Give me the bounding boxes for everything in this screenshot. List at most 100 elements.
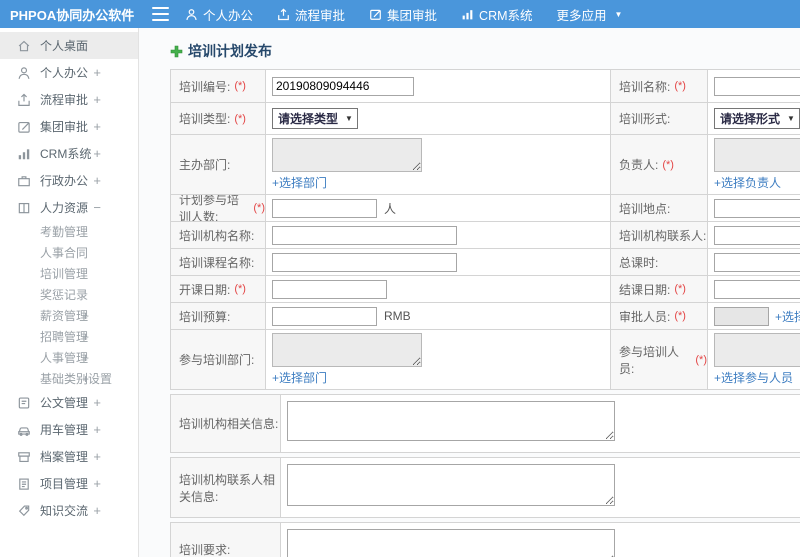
expand-plus[interactable]: + [93, 449, 101, 464]
sidebar-item-crm[interactable]: CRM系统 + [0, 140, 138, 167]
expand-plus[interactable]: + [82, 309, 89, 323]
planned-count-label-cell: 计划参与培训人数: (*) [171, 195, 266, 222]
topnav-crm[interactable]: CRM系统 [461, 5, 533, 24]
join-depts-field-cell: +选择部门 [266, 330, 611, 390]
expand-plus[interactable]: + [82, 372, 89, 386]
home-icon [17, 39, 32, 53]
requirements-textarea[interactable] [287, 529, 615, 557]
menu-toggle-icon[interactable] [152, 7, 169, 21]
sidebar-item-personal-desktop[interactable]: 个人桌面 [0, 32, 138, 59]
expand-plus[interactable]: + [93, 173, 101, 188]
join-depts-textarea[interactable] [272, 333, 422, 367]
sidebar-item-rewards[interactable]: 奖惩记录 [0, 284, 138, 305]
sidebar-item-label: 人事合同 [40, 246, 89, 260]
sidebar-item-personnel[interactable]: 人事管理 + [0, 347, 138, 368]
sidebar-item-knowledge[interactable]: 知识交流 + [0, 497, 138, 524]
sidebar-item-personal-office[interactable]: 个人办公 + [0, 59, 138, 86]
select-dept-link[interactable]: +选择部门 [272, 174, 327, 191]
topnav-group-approval[interactable]: 集团审批 [369, 5, 437, 24]
expand-minus[interactable]: − [93, 200, 101, 215]
select-dept-link[interactable]: +选择部门 [272, 369, 327, 386]
topnav-label: 集团审批 [387, 8, 438, 23]
required-mark: (*) [234, 283, 246, 295]
sidebar-item-vehicle[interactable]: 用车管理 + [0, 416, 138, 443]
sidebar-item-recruit[interactable]: 招聘管理 + [0, 326, 138, 347]
topnav-workflow-approval[interactable]: 流程审批 [277, 5, 345, 24]
org-name-input[interactable] [272, 225, 457, 245]
sidebar-item-project[interactable]: 项目管理 + [0, 470, 138, 497]
sidebar-item-label: 培训管理 [40, 267, 89, 281]
training-name-input[interactable] [714, 76, 800, 96]
expand-plus[interactable]: + [93, 395, 101, 410]
training-no-input[interactable] [272, 76, 414, 96]
host-dept-textarea[interactable] [272, 138, 422, 172]
topnav-more-apps[interactable]: 更多应用 ▼ [557, 5, 623, 24]
expand-plus[interactable]: + [93, 146, 101, 161]
org-info-textarea[interactable] [287, 401, 615, 441]
sidebar-item-workflow-approval[interactable]: 流程审批 + [0, 86, 138, 113]
sidebar-item-attendance[interactable]: 考勤管理 [0, 221, 138, 242]
sidebar-item-group-approval[interactable]: 集团审批 + [0, 113, 138, 140]
required-mark: (*) [234, 112, 246, 125]
sidebar-item-training-mgmt[interactable]: 培训管理 [0, 263, 138, 284]
sidebar-item-admin-office[interactable]: 行政办公 + [0, 167, 138, 194]
approver-input[interactable] [714, 306, 769, 326]
end-date-input[interactable] [714, 279, 800, 299]
leader-textarea[interactable] [714, 138, 800, 172]
org-contact-input[interactable] [714, 225, 800, 245]
training-form-select[interactable]: 请选择形式 ▼ [714, 108, 800, 129]
expand-plus[interactable]: + [93, 65, 101, 80]
join-people-textarea[interactable] [714, 333, 800, 367]
car-icon [17, 423, 32, 437]
budget-input[interactable] [272, 306, 377, 326]
org-info-label-cell: 培训机构相关信息: [171, 395, 281, 452]
location-input[interactable] [714, 198, 800, 218]
sidebar-item-label: 奖惩记录 [40, 288, 89, 302]
total-hours-label-cell: 总课时: [611, 249, 708, 276]
end-date-label-cell: 结课日期: (*) [611, 276, 708, 303]
sidebar-item-salary[interactable]: 薪资管理 + [0, 305, 138, 326]
total-hours-input[interactable] [714, 252, 800, 272]
sidebar-item-label: 行政办公 [40, 174, 89, 188]
sidebar-item-label: 招聘管理 [40, 330, 89, 344]
course-name-input[interactable] [272, 252, 457, 272]
training-type-select[interactable]: 请选择类型 ▼ [272, 108, 358, 129]
join-people-label-cell: 参与培训人员: (*) [611, 330, 708, 390]
topnav-personal-office[interactable]: 个人办公 [185, 5, 253, 24]
training-plan-form: 培训编号:(*) 培训名称:(*) 培训类型:(*) 请选择类型▼ 培训形式: … [170, 69, 800, 557]
planned-count-input[interactable] [272, 198, 377, 218]
sidebar-item-archive[interactable]: 档案管理 + [0, 443, 138, 470]
expand-plus[interactable]: + [93, 92, 101, 107]
expand-plus[interactable]: + [93, 422, 101, 437]
select-join-people-link[interactable]: +选择参与人员 [714, 369, 793, 386]
expand-plus[interactable]: + [82, 351, 89, 365]
sidebar-item-hr[interactable]: 人力资源 − [0, 194, 138, 221]
start-date-input[interactable] [272, 279, 387, 299]
sidebar-item-label: 基础类别设置 [40, 372, 113, 386]
sidebar-item-hr-contract[interactable]: 人事合同 [0, 242, 138, 263]
topnav-label: 更多应用 [556, 8, 607, 23]
org-contact-info-row: 培训机构联系人相关信息: [170, 457, 800, 518]
org-contact-info-textarea[interactable] [287, 464, 615, 506]
expand-plus[interactable]: + [93, 476, 101, 491]
required-mark: (*) [674, 80, 686, 92]
expand-plus[interactable]: + [82, 330, 89, 344]
course-name-label-cell: 培训课程名称: [171, 249, 266, 276]
expand-plus[interactable]: + [93, 119, 101, 134]
sidebar-item-label: 考勤管理 [40, 225, 89, 239]
topnav-label: CRM系统 [479, 8, 533, 23]
main-content: 培训计划发布 培训编号:(*) 培训名称:(*) 培训类型:(*) 请选择类型▼… [139, 28, 800, 557]
requirements-row: 培训要求: [170, 522, 800, 557]
select-approver-link[interactable]: +选择审批人员 [775, 308, 800, 325]
training-type-label-cell: 培训类型: (*) [171, 103, 266, 135]
budget-field-cell: RMB [266, 303, 611, 330]
sidebar-item-base-category[interactable]: 基础类别设置 + [0, 368, 138, 389]
select-leader-link[interactable]: +选择负责人 [714, 174, 781, 191]
leader-label-cell: 负责人: (*) [611, 135, 708, 195]
clipboard-icon [17, 477, 32, 491]
bar-chart-icon [461, 8, 474, 21]
start-date-field-cell [266, 276, 611, 303]
expand-plus[interactable]: + [93, 503, 101, 518]
caret-down-icon: ▼ [614, 9, 623, 19]
sidebar-item-documents[interactable]: 公文管理 + [0, 389, 138, 416]
